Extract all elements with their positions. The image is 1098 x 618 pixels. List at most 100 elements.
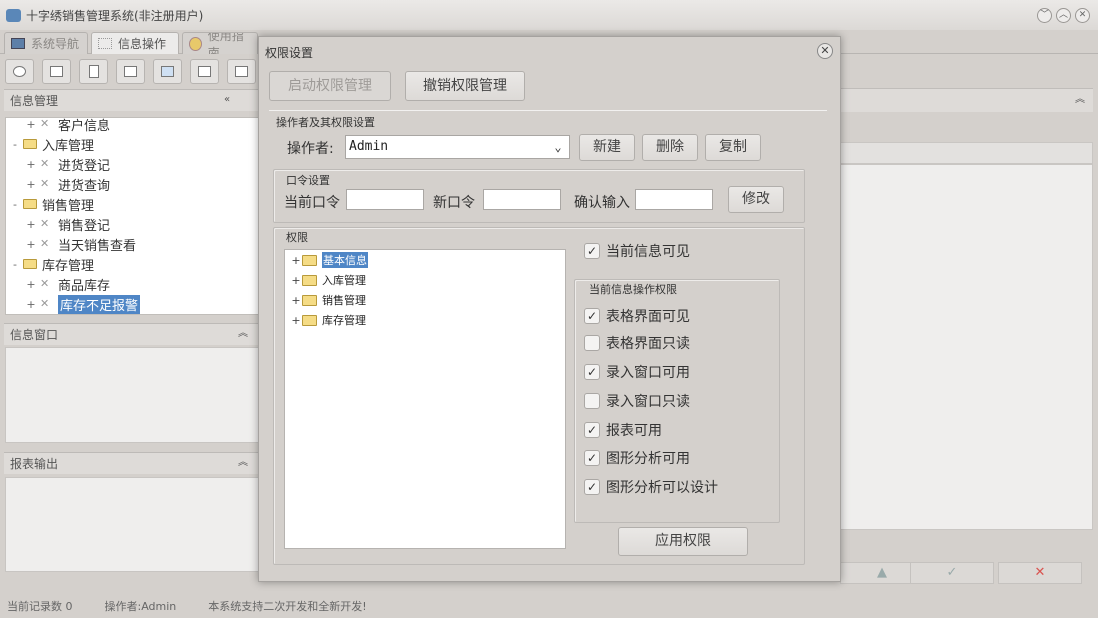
- folder-icon: [302, 274, 317, 286]
- visible-checkbox[interactable]: ✓ 当前信息可见: [584, 241, 690, 261]
- info-window-header: 信息窗口 ︽: [4, 323, 258, 345]
- entry-usable-checkbox[interactable]: ✓ 录入窗口可用: [584, 362, 690, 382]
- folder-icon: [302, 314, 317, 326]
- report-panel: [5, 477, 259, 572]
- tree-item-customer-info[interactable]: + ✕ 客户信息: [6, 117, 258, 134]
- tool-icon: ✕: [40, 277, 50, 290]
- title-bar: 十字绣销售管理系统(非注册用户) ﹀ ︿ ✕: [0, 0, 1098, 30]
- tree-item-sales-mgmt[interactable]: - 销售管理: [6, 194, 258, 214]
- perm-tree-item-inbound[interactable]: + 入库管理: [291, 270, 366, 290]
- perm-tree-item-sales[interactable]: + 销售管理: [291, 290, 366, 310]
- info-mgmt-header: 信息管理 «: [4, 89, 258, 111]
- chart-usable-checkbox[interactable]: ✓ 图形分析可用: [584, 448, 690, 468]
- perm-tree-item-basic-info[interactable]: + 基本信息: [291, 250, 368, 270]
- tool-icon: ✕: [40, 217, 50, 230]
- divider: [269, 110, 827, 111]
- dialog-title: 权限设置: [265, 46, 314, 60]
- modify-password-button[interactable]: 修改: [728, 186, 784, 213]
- permission-dialog: 权限设置 ✕ 启动权限管理 撤销权限管理 操作者及其权限设置 操作者: Admi…: [258, 36, 841, 582]
- permission-tree: + 基本信息 + 入库管理 + 销售管理 + 库存管理: [284, 249, 566, 549]
- table-visible-checkbox[interactable]: ✓ 表格界面可见: [584, 306, 690, 326]
- close-window-button[interactable]: ✕: [1075, 8, 1090, 23]
- nav-tree: + ✕ 客户信息 - 入库管理 + ✕ 进货登记 + ✕ 进货查询 - 销售管理 + ✕ 销售登记 …: [5, 117, 259, 315]
- record-count: 当前记录数 0: [7, 599, 73, 613]
- users-icon[interactable]: [116, 58, 145, 84]
- folder-icon: [23, 199, 37, 209]
- ops-section-label: 当前信息操作权限: [587, 281, 679, 297]
- tool-icon: ✕: [40, 297, 50, 310]
- folder-icon: [23, 139, 37, 149]
- tool-icon: ✕: [40, 117, 50, 130]
- tree-item-today-sales[interactable]: + ✕ 当天销售查看: [6, 234, 258, 254]
- confirm-button[interactable]: ✓: [910, 562, 994, 584]
- operator-label: 操作者:: [287, 141, 334, 157]
- collapse-grid-button[interactable]: ︽: [1073, 93, 1087, 107]
- current-password-label: 当前口令: [284, 195, 340, 211]
- password-section-label: 口令设置: [286, 174, 330, 187]
- grid-header-row: [840, 142, 1093, 164]
- folder-icon: [302, 294, 317, 306]
- list-view-icon[interactable]: [42, 58, 71, 84]
- confirm-password-label: 确认输入: [574, 195, 630, 211]
- apply-permission-button[interactable]: 应用权限: [618, 527, 748, 556]
- folder-icon: [23, 259, 37, 269]
- status-bar: 当前记录数 0 操作者:Admin 本系统支持二次开发和全新开发!: [0, 593, 1098, 618]
- collapse-report-button[interactable]: ︽: [236, 456, 250, 470]
- tab-system-nav[interactable]: 系统导航: [4, 32, 88, 54]
- chart-design-checkbox[interactable]: ✓ 图形分析可以设计: [584, 477, 718, 497]
- check-icon: ✓: [584, 243, 600, 259]
- tool-icon: ✕: [40, 177, 50, 190]
- collapse-info-window-button[interactable]: ︽: [236, 327, 250, 341]
- tool-icon: ✕: [40, 237, 50, 250]
- table-readonly-checkbox[interactable]: 表格界面只读: [584, 333, 690, 353]
- check-icon: ✓: [584, 422, 600, 438]
- check-icon: ✓: [584, 479, 600, 495]
- tree-item-stock-alert[interactable]: + ✕ 库存不足报警: [6, 294, 258, 314]
- guide-icon: [189, 36, 202, 51]
- tree-item-product-stock[interactable]: + ✕ 商品库存: [6, 274, 258, 294]
- entry-readonly-checkbox[interactable]: 录入窗口只读: [584, 391, 690, 411]
- new-operator-button[interactable]: 新建: [579, 134, 635, 161]
- chevron-down-icon: ⌄: [554, 140, 562, 154]
- minimize-button[interactable]: ﹀: [1037, 8, 1052, 23]
- start-permission-button[interactable]: 启动权限管理: [269, 71, 391, 101]
- report-header: 报表输出 ︽: [4, 452, 258, 474]
- tree-item-sales-register[interactable]: + ✕ 销售登记: [6, 214, 258, 234]
- operator-select[interactable]: Admin ⌄: [345, 135, 570, 159]
- tree-item-purchase-query[interactable]: + ✕ 进货查询: [6, 174, 258, 194]
- maximize-button[interactable]: ︿: [1056, 8, 1071, 23]
- print-icon[interactable]: [227, 58, 256, 84]
- confirm-password-input[interactable]: [635, 189, 713, 210]
- tree-item-purchase-register[interactable]: + ✕ 进货登记: [6, 154, 258, 174]
- app-logo-icon: [6, 8, 21, 22]
- tab-info-ops[interactable]: 信息操作: [91, 32, 179, 54]
- document-icon[interactable]: [79, 58, 108, 84]
- app-title: 十字绣销售管理系统(非注册用户): [26, 8, 204, 23]
- cancel-button[interactable]: ✕: [998, 562, 1082, 584]
- dialog-close-button[interactable]: ✕: [817, 43, 833, 59]
- new-password-input[interactable]: [483, 189, 561, 210]
- tree-item-stock-mgmt[interactable]: - 库存管理: [6, 254, 258, 274]
- data-grid: [840, 164, 1093, 530]
- tab-guide[interactable]: 使用指南: [182, 32, 258, 54]
- folder-icon: [302, 254, 317, 266]
- export-icon[interactable]: [190, 58, 219, 84]
- report-usable-checkbox[interactable]: ✓ 报表可用: [584, 420, 662, 440]
- tool-icon: ✕: [40, 157, 50, 170]
- current-password-input[interactable]: [346, 189, 424, 210]
- tree-item-inbound-mgmt[interactable]: - 入库管理: [6, 134, 258, 154]
- grid-panel-header: ︽: [840, 88, 1093, 112]
- operator-section-label: 操作者及其权限设置: [276, 116, 375, 129]
- perm-tree-item-stock[interactable]: + 库存管理: [291, 310, 366, 330]
- permission-section-label: 权限: [286, 231, 308, 244]
- search-icon[interactable]: [5, 58, 34, 84]
- info-window-panel: [5, 347, 259, 443]
- grid-icon: [98, 38, 112, 49]
- copy-operator-button[interactable]: 复制: [705, 134, 761, 161]
- delete-operator-button[interactable]: 删除: [642, 134, 698, 161]
- collapse-left-button[interactable]: «: [220, 93, 234, 107]
- current-operator: 操作者:Admin: [104, 599, 177, 613]
- check-icon: ✓: [584, 308, 600, 324]
- window-icon[interactable]: [153, 58, 182, 84]
- revoke-permission-button[interactable]: 撤销权限管理: [405, 71, 525, 101]
